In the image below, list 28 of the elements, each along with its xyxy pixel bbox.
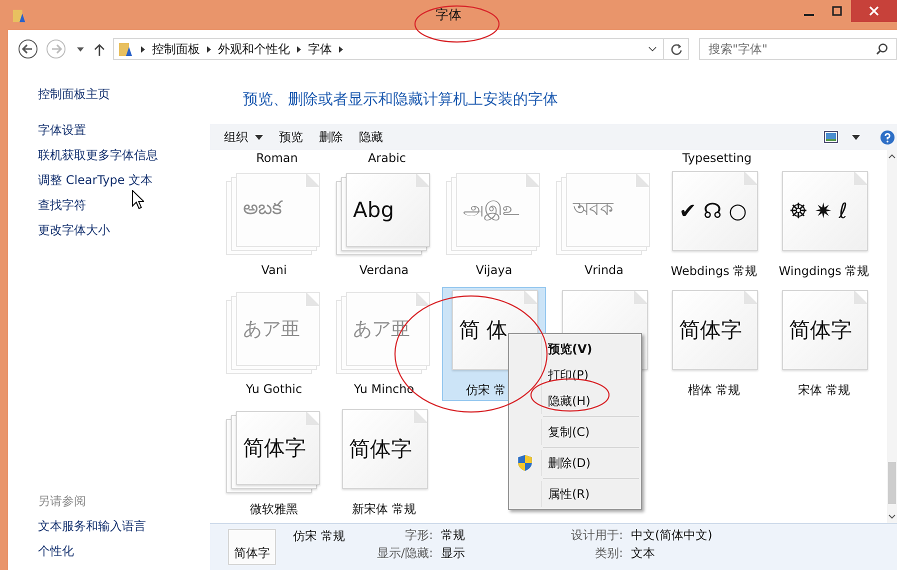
font-name: Arabic bbox=[368, 151, 406, 165]
window-title: 字体 bbox=[434, 7, 462, 24]
font-name: Typesetting bbox=[682, 151, 752, 165]
font-name: Wingdings 常规 bbox=[778, 263, 870, 280]
font-name: 仿宋 常规 bbox=[293, 528, 346, 545]
page-heading: 预览、删除或者显示和隐藏计算机上安装的字体 bbox=[242, 89, 559, 110]
field-label: 显示/隐藏: bbox=[376, 546, 433, 561]
field-label: 类别: bbox=[594, 546, 623, 561]
see-also-heading: 另请参阅 bbox=[38, 493, 87, 510]
font-name: Yu Gothic bbox=[246, 382, 302, 396]
field-value: 中文(简体中文) bbox=[631, 528, 712, 543]
field-label: 字形: bbox=[404, 528, 433, 543]
field-label: 设计用于: bbox=[570, 528, 623, 543]
font-file-icon: 简体字 bbox=[228, 529, 276, 565]
font-name: 仿宋 常 bbox=[466, 382, 506, 399]
font-name: Roman bbox=[256, 151, 298, 165]
font-name: Vijaya bbox=[476, 263, 512, 277]
font-name: 宋体 常规 bbox=[798, 382, 850, 399]
field-value: 文本 bbox=[631, 546, 655, 561]
font-name: Vrinda bbox=[584, 263, 624, 277]
font-name: 微软雅黑 bbox=[250, 501, 298, 518]
font-name: 新宋体 常规 bbox=[352, 501, 416, 518]
field-value: 显示 bbox=[441, 546, 465, 561]
field-value: 常规 bbox=[441, 528, 465, 543]
font-name: Webdings 常规 bbox=[670, 263, 758, 280]
font-name: Verdana bbox=[359, 263, 409, 277]
font-name: Vani bbox=[261, 263, 287, 277]
font-name: 楷体 常规 bbox=[688, 382, 740, 399]
